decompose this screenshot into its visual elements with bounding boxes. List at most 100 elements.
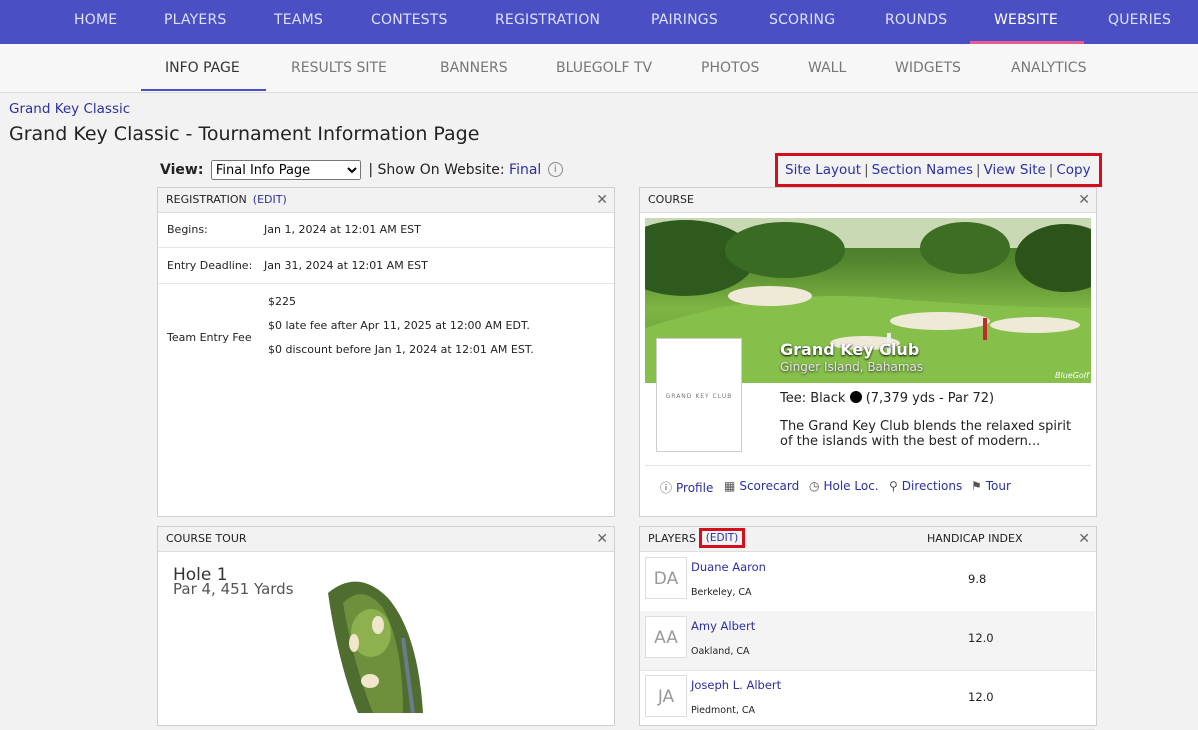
show-on-website-value[interactable]: Final (509, 162, 541, 178)
tree (725, 222, 845, 278)
view-row: View: Final Info Page | Show On Website:… (160, 160, 563, 180)
sub-navigation: INFO PAGE RESULTS SITE BANNERS BLUEGOLF … (0, 44, 1198, 93)
begins-row: Begins: Jan 1, 2024 at 12:01 AM EST (158, 213, 614, 248)
nav-rounds[interactable]: ROUNDS (885, 0, 947, 44)
directions-link[interactable]: ⚲ Directions (889, 479, 962, 493)
action-separator: | (975, 162, 981, 178)
section-names-link[interactable]: Section Names (872, 162, 973, 178)
profile-link[interactable]: ⓘ Profile (660, 479, 713, 496)
club-location: Ginger Island, Bahamas (780, 360, 924, 374)
hole-location-link[interactable]: ◷ Hole Loc. (809, 479, 879, 493)
close-icon[interactable]: ✕ (596, 188, 608, 212)
player-name[interactable]: Amy Albert (691, 619, 755, 633)
club-name: Grand Key Club (780, 340, 920, 359)
tab-analytics[interactable]: ANALYTICS (1011, 44, 1086, 92)
view-separator: | (368, 162, 374, 178)
map-pin-icon: ⚲ (889, 479, 898, 493)
bunker (349, 634, 359, 652)
nav-registration[interactable]: REGISTRATION (495, 0, 600, 44)
bunker (728, 286, 812, 306)
nav-players[interactable]: PLAYERS (164, 0, 226, 44)
copy-link[interactable]: Copy (1056, 162, 1090, 178)
course-tour-title: COURSE TOUR (166, 532, 247, 545)
course-logo: GRAND KEY CLUB (656, 338, 742, 452)
tour-link[interactable]: ⚑ Tour (971, 479, 1011, 493)
players-title: PLAYERS (648, 532, 696, 545)
profile-label: Profile (676, 481, 714, 495)
registration-edit-link[interactable]: (EDIT) (253, 193, 287, 206)
fee-row: Team Entry Fee $225 $0 late fee after Ap… (158, 284, 614, 384)
golfer (983, 318, 987, 340)
nav-scoring[interactable]: SCORING (769, 0, 835, 44)
clock-icon: ◷ (809, 479, 820, 493)
player-location: Berkeley, CA (691, 587, 752, 598)
scorecard-icon: ▦ (724, 479, 736, 493)
course-description: The Grand Key Club blends the relaxed sp… (780, 419, 1072, 449)
begins-value: Jan 1, 2024 at 12:01 AM EST (264, 223, 421, 236)
nav-teams[interactable]: TEAMS (274, 0, 323, 44)
info-icon[interactable]: i (547, 162, 563, 177)
table-row[interactable]: JA Joseph L. Albert Piedmont, CA 12.0 (640, 670, 1095, 730)
course-title: COURSE (648, 193, 694, 206)
nav-home[interactable]: HOME (74, 0, 117, 44)
begins-label: Begins: (167, 223, 208, 236)
players-edit-link[interactable]: (EDIT) (699, 528, 745, 548)
table-row[interactable]: AA Amy Albert Oakland, CA 12.0 (640, 611, 1095, 671)
hole-map[interactable] (318, 573, 438, 713)
avatar: JA (645, 675, 687, 717)
tab-info-page[interactable]: INFO PAGE (165, 44, 240, 92)
bunker (372, 616, 384, 634)
view-site-link[interactable]: View Site (984, 162, 1046, 178)
nav-pairings[interactable]: PAIRINGS (651, 0, 718, 44)
breadcrumb[interactable]: Grand Key Classic (9, 101, 130, 117)
action-separator: | (864, 162, 869, 178)
scorecard-link[interactable]: ▦ Scorecard (724, 479, 799, 493)
hole-location-label: Hole Loc. (823, 479, 879, 493)
view-select[interactable]: Final Info Page (210, 160, 361, 180)
tree (920, 222, 1010, 274)
nav-website[interactable]: WEBSITE (994, 0, 1058, 44)
player-location: Piedmont, CA (691, 705, 756, 716)
info-icon: ⓘ (660, 481, 673, 495)
close-icon[interactable]: ✕ (1078, 188, 1090, 212)
players-header: PLAYERS (EDIT) HANDICAP INDEX ✕ (640, 527, 1096, 552)
player-name[interactable]: Joseph L. Albert (691, 678, 781, 692)
show-on-website-label: Show On Website: (377, 162, 505, 178)
tab-results-site[interactable]: RESULTS SITE (291, 44, 387, 92)
tee-color-icon (849, 391, 862, 403)
registration-panel: REGISTRATION (EDIT) ✕ Begins: Jan 1, 2024… (157, 187, 615, 517)
tab-photos[interactable]: PHOTOS (701, 44, 759, 92)
table-row[interactable]: DA Duane Aaron Berkeley, CA 9.8 (640, 552, 1095, 612)
tab-banners[interactable]: BANNERS (440, 44, 508, 92)
close-icon[interactable]: ✕ (596, 527, 608, 551)
nav-contests[interactable]: CONTESTS (371, 0, 448, 44)
handicap-header: HANDICAP INDEX (927, 532, 1023, 545)
scorecard-label: Scorecard (739, 479, 800, 493)
tab-active-indicator (141, 89, 266, 91)
avatar: DA (645, 557, 687, 599)
directions-label: Directions (901, 479, 963, 493)
bunker (890, 312, 990, 330)
fee-label: Team Entry Fee (167, 331, 252, 344)
divider (645, 465, 1091, 466)
player-location: Oakland, CA (691, 646, 750, 657)
fee-amount: $225 (268, 295, 296, 308)
tab-widgets[interactable]: WIDGETS (895, 44, 961, 92)
deadline-label: Entry Deadline: (167, 259, 253, 272)
tab-wall[interactable]: WALL (808, 44, 846, 92)
player-handicap: 9.8 (968, 572, 987, 586)
hole-detail: Par 4, 451 Yards (173, 580, 294, 598)
tab-bluegolf-tv[interactable]: BLUEGOLF TV (556, 44, 652, 92)
tour-label: Tour (985, 479, 1011, 493)
deadline-row: Entry Deadline: Jan 31, 2024 at 12:01 AM… (158, 248, 614, 284)
site-layout-link[interactable]: Site Layout (785, 162, 861, 178)
close-icon[interactable]: ✕ (1078, 527, 1090, 551)
tee-label: Tee: Black (780, 391, 846, 406)
site-actions: Site Layout | Section Names | View Site | Copy (775, 153, 1102, 187)
bunker (361, 674, 379, 688)
nav-queries[interactable]: QUERIES (1108, 0, 1171, 44)
course-tour-header: COURSE TOUR ✕ (158, 527, 614, 552)
course-tour-panel: COURSE TOUR ✕ Hole 1 Par 4, 451 Yards (157, 526, 615, 726)
player-name[interactable]: Duane Aaron (691, 560, 766, 574)
discount: $0 discount before Jan 1, 2024 at 12:01 … (268, 343, 534, 356)
